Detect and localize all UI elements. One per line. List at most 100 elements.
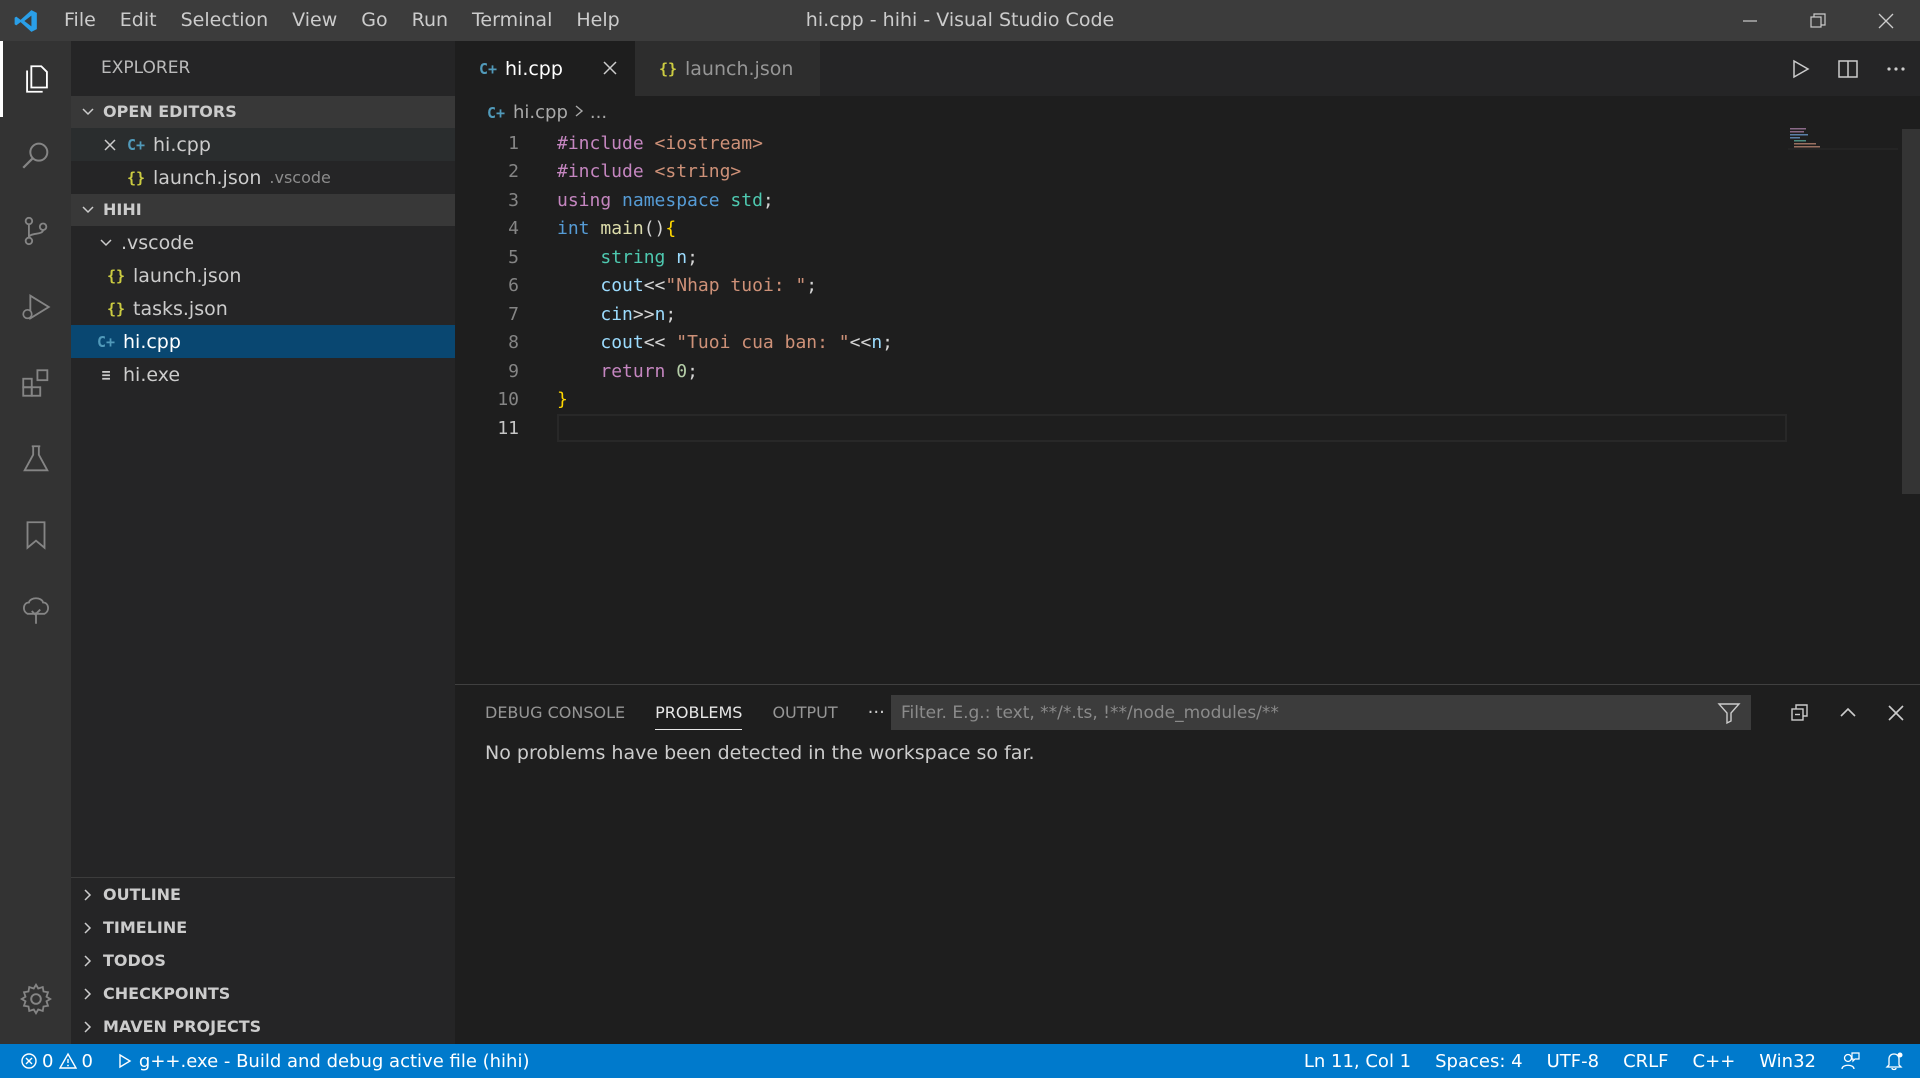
end-of-line[interactable]: CRLF [1611, 1044, 1680, 1078]
warning-icon [59, 1052, 78, 1069]
bookmark-icon [26, 521, 45, 550]
minimap[interactable] [1788, 126, 1898, 150]
panel-more-tabs-button[interactable]: ··· [868, 685, 885, 740]
section-label: CHECKPOINTS [103, 983, 231, 1003]
encoding[interactable]: UTF-8 [1535, 1044, 1611, 1078]
filter-icon[interactable] [1717, 701, 1741, 730]
run-file-button[interactable] [1776, 41, 1824, 96]
line-content: } [557, 389, 568, 411]
breadcrumb-file[interactable]: hi.cpp [513, 102, 568, 123]
chevron-right-icon [77, 945, 99, 977]
bookmarks-activity[interactable] [0, 497, 71, 573]
line-number: 11 [497, 417, 519, 439]
file-launch-json[interactable]: {} launch.json [71, 259, 455, 292]
line-number: 10 [497, 389, 519, 411]
explorer-sidebar: EXPLORER OPEN EDITORS C+ hi.cpp {} launc… [71, 41, 455, 1044]
close-panel-button[interactable] [1872, 685, 1920, 740]
menu-help[interactable]: Help [564, 0, 631, 41]
maven-projects-section[interactable]: MAVEN PROJECTS [71, 1010, 455, 1043]
editor-scrollbar[interactable] [1902, 129, 1920, 494]
cursor-position[interactable]: Ln 11, Col 1 [1292, 1044, 1423, 1078]
split-editor-button[interactable] [1824, 41, 1872, 96]
tab-launch-json[interactable]: {} launch.json [635, 41, 821, 96]
close-window-button[interactable] [1852, 0, 1920, 41]
language-mode[interactable]: C++ [1681, 1044, 1748, 1078]
code-line: 7 cin>>n; [455, 300, 1785, 329]
indentation[interactable]: Spaces: 4 [1423, 1044, 1534, 1078]
chevron-down-icon [95, 226, 117, 259]
source-control-activity[interactable] [0, 193, 71, 269]
tab-debug-console[interactable]: DEBUG CONSOLE [485, 685, 625, 740]
open-editor-hi-cpp[interactable]: C+ hi.cpp [71, 128, 455, 161]
outline-section[interactable]: OUTLINE [71, 878, 455, 911]
open-editor-label: launch.json [153, 166, 262, 189]
breadcrumb-symbols[interactable]: ... [590, 102, 607, 123]
launch-config-label: g++.exe - Build and debug active file (h… [138, 1050, 530, 1072]
menu-view[interactable]: View [280, 0, 349, 41]
search-activity[interactable] [0, 117, 71, 193]
testing-activity[interactable] [0, 421, 71, 497]
checkpoints-section[interactable]: CHECKPOINTS [71, 977, 455, 1010]
launch-config-status[interactable]: g++.exe - Build and debug active file (h… [105, 1044, 542, 1078]
extensions-activity[interactable] [0, 345, 71, 421]
open-editors-header[interactable]: OPEN EDITORS [71, 96, 455, 128]
problems-status[interactable]: 0 0 [20, 1044, 105, 1078]
menu-go[interactable]: Go [349, 0, 399, 41]
line-number: 9 [508, 360, 519, 382]
close-tab-icon[interactable] [603, 58, 617, 80]
open-editor-launch-json[interactable]: {} launch.json .vscode [71, 161, 455, 194]
chevron-down-icon [77, 194, 99, 226]
tab-hi-cpp[interactable]: C+ hi.cpp [455, 41, 635, 96]
line-number: 7 [508, 303, 519, 325]
line-content: string n; [600, 246, 698, 268]
menu-terminal[interactable]: Terminal [460, 0, 564, 41]
run-debug-activity[interactable] [0, 269, 71, 345]
minimize-button[interactable] [1716, 0, 1784, 41]
collapse-all-button[interactable] [1776, 685, 1824, 740]
line-content: int main(){ [557, 218, 677, 240]
minimize-icon [1743, 19, 1757, 22]
source-control-icon [24, 216, 47, 246]
maximize-panel-button[interactable] [1824, 685, 1872, 740]
workspace-label: HIHI [103, 200, 142, 219]
json-file-icon: {} [106, 299, 126, 318]
code-line: 10 } [455, 386, 1785, 415]
restore-button[interactable] [1784, 0, 1852, 41]
more-actions-button[interactable] [1872, 41, 1920, 96]
run-debug-icon [21, 294, 51, 320]
close-icon [1888, 704, 1904, 721]
problems-message: No problems have been detected in the wo… [485, 742, 1035, 764]
vscode-logo-icon [0, 0, 52, 41]
chevron-right-icon [574, 102, 584, 123]
timeline-section[interactable]: TIMELINE [71, 911, 455, 944]
todos-section[interactable]: TODOS [71, 944, 455, 977]
file-tasks-json[interactable]: {} tasks.json [71, 292, 455, 325]
notifications-button[interactable] [1872, 1044, 1920, 1078]
close-icon[interactable] [101, 138, 119, 152]
feedback-button[interactable] [1828, 1044, 1872, 1078]
menu-edit[interactable]: Edit [108, 0, 169, 41]
cpp-file-icon: C+ [96, 332, 116, 351]
settings-activity[interactable] [0, 961, 71, 1037]
collapse-all-icon [1791, 703, 1808, 721]
restore-icon [1810, 12, 1826, 28]
tab-output[interactable]: OUTPUT [772, 685, 837, 740]
code-editor[interactable]: 1 #include <iostream> 2 #include <string… [455, 129, 1787, 679]
line-number: 1 [508, 132, 519, 154]
line-content: return 0; [600, 360, 698, 382]
tab-problems[interactable]: PROBLEMS [655, 685, 743, 740]
menu-run[interactable]: Run [400, 0, 460, 41]
folder-vscode[interactable]: .vscode [71, 226, 455, 259]
file-hi-cpp[interactable]: C+ hi.cpp [71, 325, 455, 358]
file-hi-exe[interactable]: ≡ hi.exe [71, 358, 455, 391]
cpp-file-icon: C+ [478, 59, 498, 78]
workspace-header[interactable]: HIHI [71, 194, 455, 226]
explorer-activity[interactable] [0, 41, 71, 117]
platform[interactable]: Win32 [1747, 1044, 1828, 1078]
remote-activity[interactable] [0, 573, 71, 649]
code-line: 4 int main(){ [455, 215, 1785, 244]
status-bar: 0 0 g++.exe - Build and debug active fil… [0, 1044, 1920, 1078]
menu-file[interactable]: File [52, 0, 108, 41]
menu-selection[interactable]: Selection [169, 0, 281, 41]
problems-filter-input[interactable]: Filter. E.g.: text, **/*.ts, !**/node_mo… [891, 695, 1751, 730]
